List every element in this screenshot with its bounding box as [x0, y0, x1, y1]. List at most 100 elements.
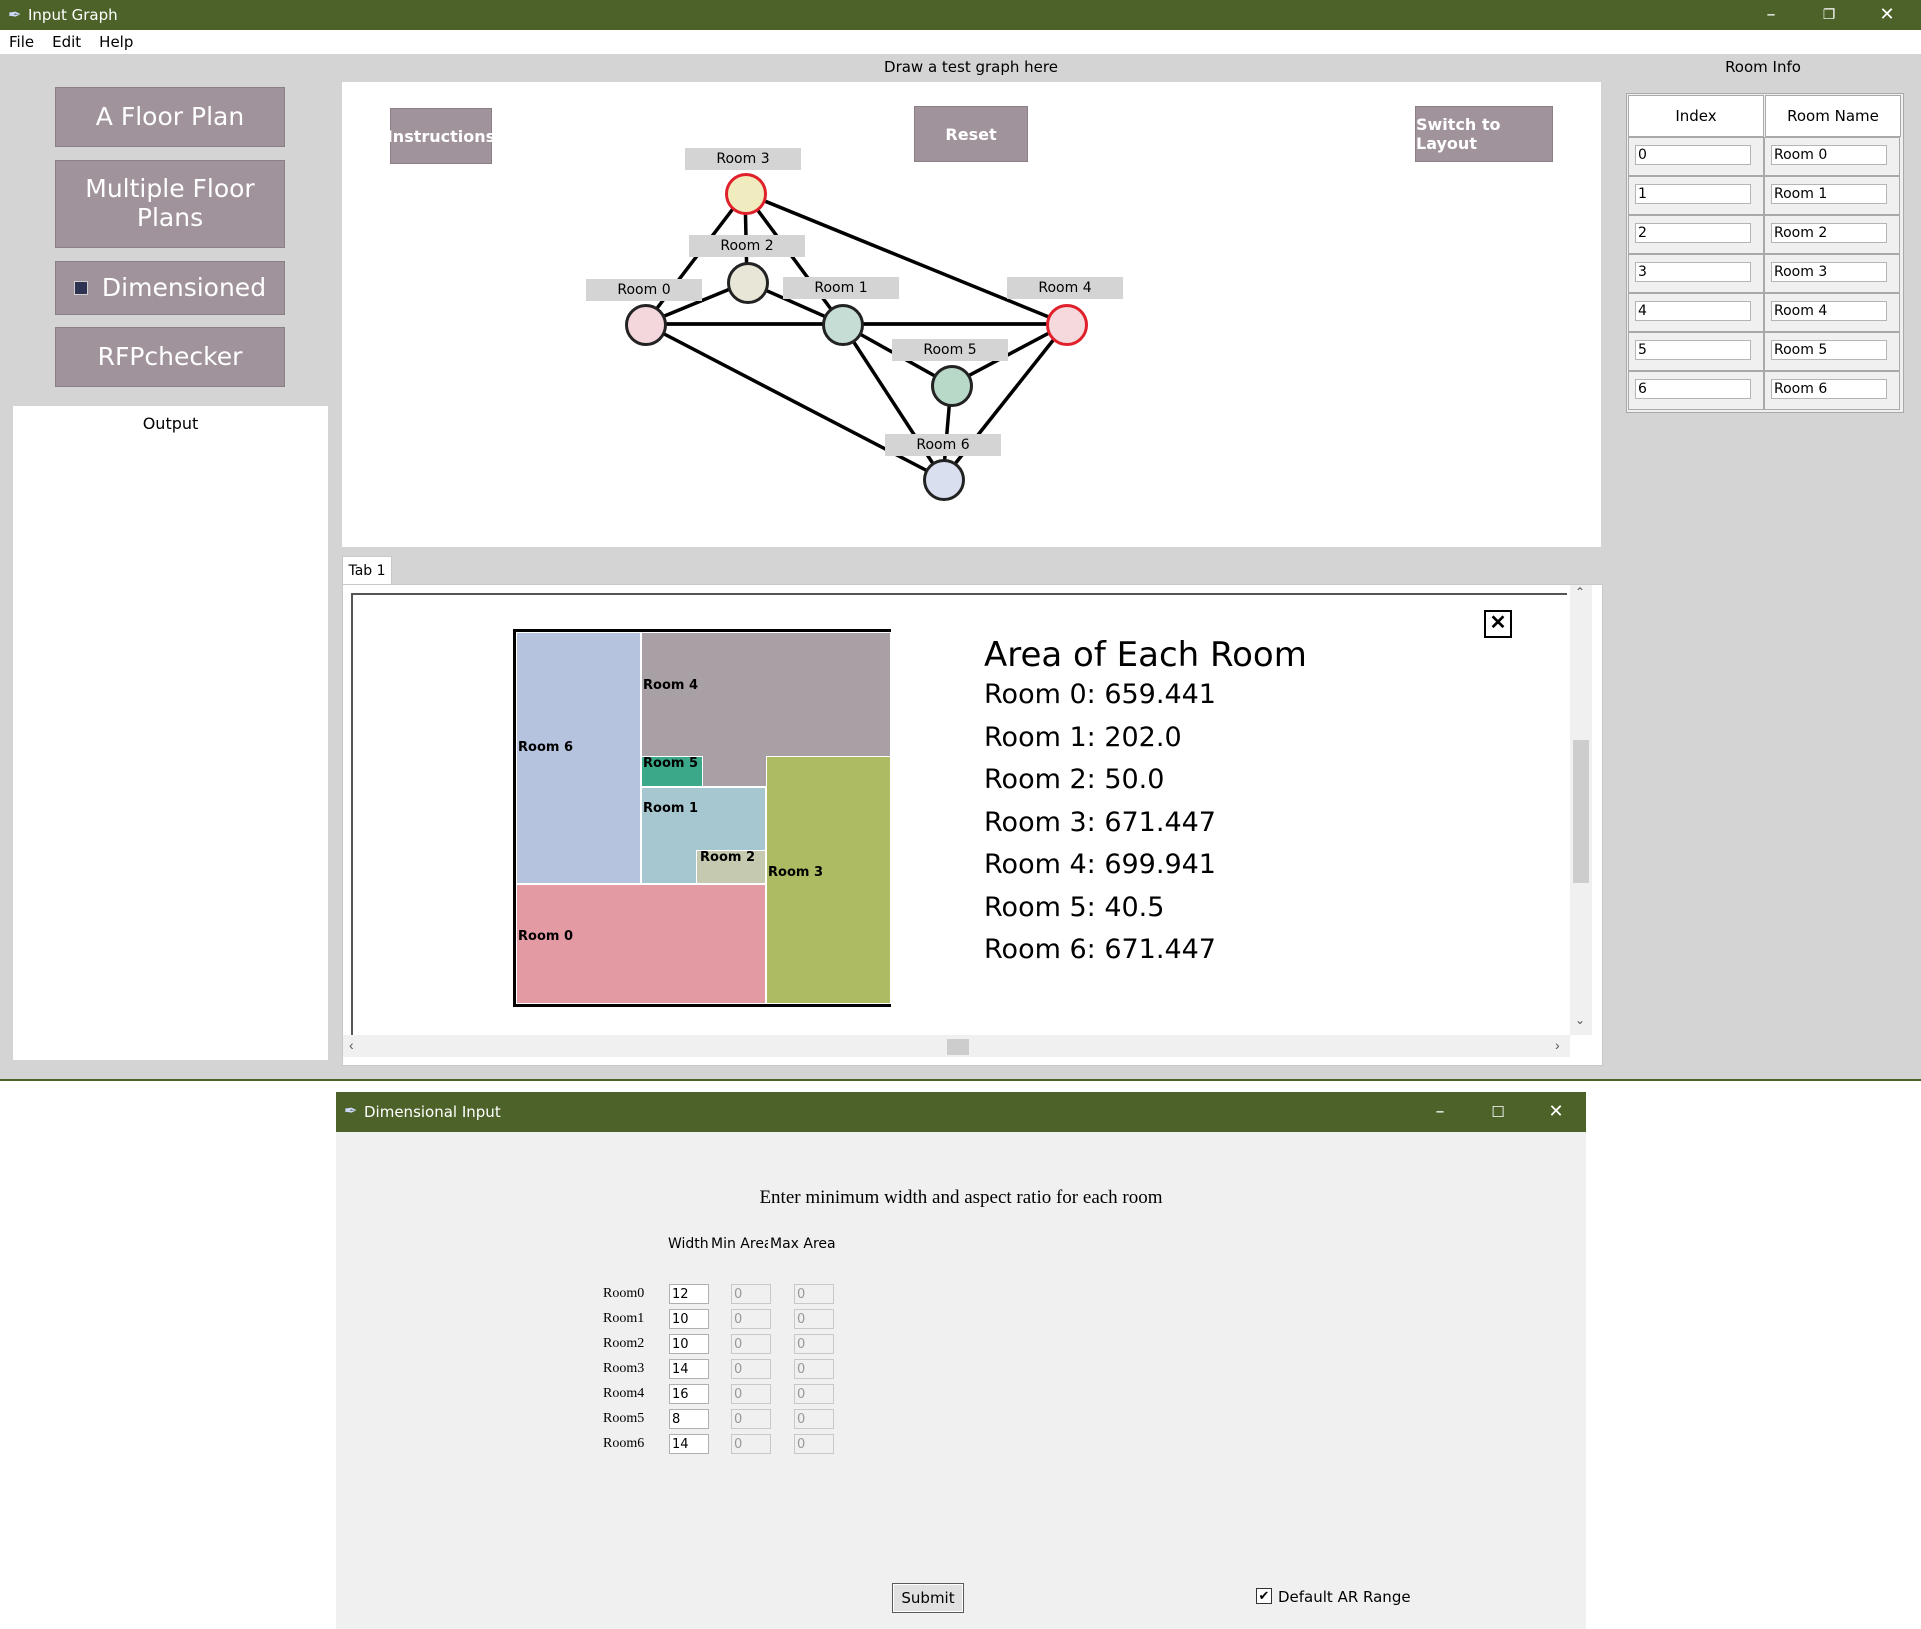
header-room-name: Room Name	[1765, 95, 1901, 137]
dim-width-field[interactable]	[669, 1309, 709, 1329]
scroll-down-icon[interactable]: ⌄	[1575, 1013, 1585, 1027]
room-info-index-cell	[1628, 293, 1764, 332]
default-ar-checkbox[interactable]: ✔	[1256, 1588, 1272, 1604]
col-header-width: Width	[668, 1236, 709, 1252]
room-info-index-cell	[1628, 176, 1764, 215]
room-index-field[interactable]	[1635, 184, 1751, 204]
dim-min-area-field[interactable]	[731, 1384, 771, 1404]
fp-label-room-6: Room 6	[518, 740, 573, 755]
scroll-up-icon[interactable]: ⌃	[1575, 585, 1585, 599]
dim-min-area-field[interactable]	[731, 1284, 771, 1304]
feather-icon: ✒	[8, 7, 22, 24]
vertical-scroll-thumb[interactable]	[1573, 740, 1589, 883]
room-index-field[interactable]	[1635, 262, 1751, 282]
rfpchecker-button[interactable]: RFPchecker	[55, 327, 285, 387]
dim-min-area-field[interactable]	[731, 1409, 771, 1429]
close-icon[interactable]: ✕	[1858, 0, 1916, 30]
submit-button[interactable]: Submit	[892, 1583, 964, 1613]
vertical-scrollbar[interactable]: ⌃ ⌄	[1570, 585, 1592, 1035]
room-index-field[interactable]	[1635, 379, 1751, 399]
graph-canvas[interactable]: Instructions Reset Switch to Layout Room…	[342, 82, 1601, 547]
dim-row-label: Room6	[603, 1436, 645, 1451]
menu-help[interactable]: Help	[90, 30, 142, 51]
dimensioned-checkbutton[interactable]: Dimensioned	[55, 261, 285, 315]
dim-width-field[interactable]	[669, 1409, 709, 1429]
dim-max-area-field[interactable]	[794, 1434, 834, 1454]
room-info-index-cell	[1628, 215, 1764, 254]
floor-plan: Room 6 Room 4 Room 5 Room 1 Room 2 Room …	[513, 629, 891, 1007]
minimize-icon[interactable]: –	[1742, 0, 1800, 30]
dim-row-label: Room3	[603, 1361, 645, 1376]
room-info-name-cell	[1764, 215, 1900, 254]
dialog-instruction: Enter minimum width and aspect ratio for…	[759, 1187, 1163, 1208]
dim-max-area-field[interactable]	[794, 1359, 834, 1379]
dialog-close-icon[interactable]: ✕	[1527, 1097, 1585, 1127]
room-info-index-cell	[1628, 254, 1764, 293]
dialog-title: Dimensional Input	[364, 1103, 501, 1121]
room-index-field[interactable]	[1635, 145, 1751, 165]
room-index-field[interactable]	[1635, 223, 1751, 243]
horizontal-scroll-thumb[interactable]	[947, 1039, 969, 1055]
fp-label-room-2: Room 2	[700, 850, 755, 865]
fp-label-room-5: Room 5	[643, 756, 698, 771]
room-name-field[interactable]	[1771, 301, 1887, 321]
area-title: Area of Each Room	[984, 635, 1307, 675]
graph-node-room-5[interactable]	[931, 365, 973, 407]
dim-row-label: Room0	[603, 1286, 645, 1301]
dim-row-label: Room2	[603, 1336, 645, 1351]
dim-min-area-field[interactable]	[731, 1434, 771, 1454]
restore-icon[interactable]: ❐	[1800, 0, 1858, 30]
dim-min-area-field[interactable]	[731, 1309, 771, 1329]
room-name-field[interactable]	[1771, 379, 1887, 399]
dim-max-area-field[interactable]	[794, 1384, 834, 1404]
dim-min-area-field[interactable]	[731, 1359, 771, 1379]
dim-width-field[interactable]	[669, 1384, 709, 1404]
graph-node-room-6[interactable]	[923, 459, 965, 501]
dim-max-area-field[interactable]	[794, 1309, 834, 1329]
graph-node-room-1[interactable]	[822, 304, 864, 346]
a-floor-plan-button[interactable]: A Floor Plan	[55, 87, 285, 147]
graph-node-room-2[interactable]	[727, 262, 769, 304]
graph-node-room-0[interactable]	[625, 304, 667, 346]
scroll-left-icon[interactable]: ‹	[349, 1037, 354, 1053]
dialog-minimize-icon[interactable]: –	[1411, 1097, 1469, 1127]
dialog-feather-icon: ✒	[344, 1103, 358, 1120]
dialog-title-bar: ✒ Dimensional Input – ☐ ✕	[336, 1092, 1586, 1132]
horizontal-scrollbar[interactable]: ‹ ›	[343, 1035, 1570, 1057]
graph-node-room-4[interactable]	[1046, 304, 1088, 346]
room-name-field[interactable]	[1771, 184, 1887, 204]
multiple-floor-plans-button[interactable]: Multiple Floor Plans	[55, 160, 285, 248]
room-info-name-cell	[1764, 254, 1900, 293]
title-bar: ✒ Input Graph – ❐ ✕	[0, 0, 1921, 30]
room-name-field[interactable]	[1771, 223, 1887, 243]
scroll-right-icon[interactable]: ›	[1555, 1037, 1560, 1053]
dim-max-area-field[interactable]	[794, 1409, 834, 1429]
node-label-room-5: Room 5	[892, 339, 1008, 361]
menu-bar: File Edit Help	[0, 30, 1921, 54]
dim-width-field[interactable]	[669, 1284, 709, 1304]
dim-width-field[interactable]	[669, 1334, 709, 1354]
close-tab-icon[interactable]: ✕	[1484, 610, 1512, 638]
graph-node-room-3[interactable]	[725, 173, 767, 215]
room-name-field[interactable]	[1771, 262, 1887, 282]
menu-edit[interactable]: Edit	[43, 30, 90, 51]
menu-file[interactable]: File	[0, 30, 43, 51]
room-info-index-cell	[1628, 137, 1764, 176]
tab-1[interactable]: Tab 1	[342, 556, 392, 585]
dim-width-field[interactable]	[669, 1359, 709, 1379]
window-border	[0, 1079, 1921, 1081]
room-index-field[interactable]	[1635, 340, 1751, 360]
dialog-maximize-icon[interactable]: ☐	[1469, 1097, 1527, 1127]
dim-max-area-field[interactable]	[794, 1334, 834, 1354]
fp-label-room-4: Room 4	[643, 678, 698, 693]
dim-width-field[interactable]	[669, 1434, 709, 1454]
room-name-field[interactable]	[1771, 340, 1887, 360]
room-index-field[interactable]	[1635, 301, 1751, 321]
header-index: Index	[1628, 95, 1764, 137]
dim-max-area-field[interactable]	[794, 1284, 834, 1304]
room-info-caption: Room Info	[1725, 58, 1801, 76]
dim-min-area-field[interactable]	[731, 1334, 771, 1354]
room-info-table: Index Room Name	[1626, 93, 1904, 413]
room-name-field[interactable]	[1771, 145, 1887, 165]
node-label-room-3: Room 3	[685, 148, 801, 170]
